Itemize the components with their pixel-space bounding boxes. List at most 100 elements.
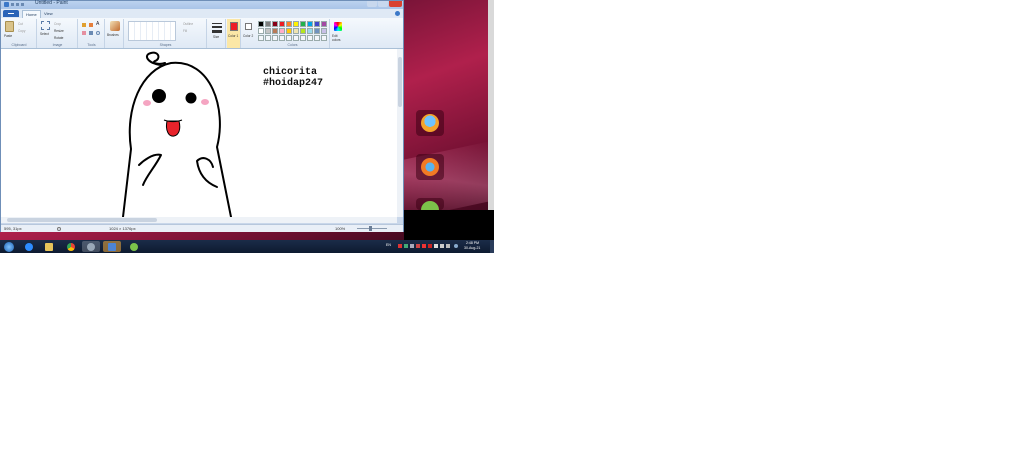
signal-icon[interactable] [440,244,444,248]
empty-color-slot[interactable] [314,35,320,41]
show-desktop-button[interactable] [490,240,494,253]
clock-time[interactable]: 2:48 PM [466,241,479,245]
close-button[interactable] [389,1,402,7]
edit-colors-group[interactable]: Edit colors [331,19,345,48]
color-swatch[interactable] [265,28,271,34]
color-swatch[interactable] [321,28,327,34]
taskbar-chrome-2[interactable] [82,241,100,252]
color2-group[interactable]: Color 2 [242,19,256,48]
color-swatch[interactable] [272,28,278,34]
desktop-app-tile-1[interactable] [416,110,444,136]
color-swatch[interactable] [272,21,278,27]
zoom-slider[interactable] [357,228,387,229]
help-icon[interactable] [395,11,400,16]
resize-button[interactable]: Resize [54,29,64,33]
empty-color-slot[interactable] [307,35,313,41]
empty-color-slot[interactable] [293,35,299,41]
color-swatch[interactable] [307,21,313,27]
maximize-button[interactable] [378,1,388,7]
cut-button[interactable]: Cut [18,22,23,26]
drawing-canvas[interactable]: chicorita #hoidap247 [1,49,397,217]
taskbar-zoom[interactable] [20,241,38,252]
empty-color-slot[interactable] [321,35,327,41]
color-swatch[interactable] [314,28,320,34]
empty-color-slot[interactable] [300,35,306,41]
shapes-gallery[interactable] [128,21,176,41]
tab-home[interactable]: Home [22,10,41,18]
paste-icon[interactable] [5,21,14,32]
empty-color-slot[interactable] [265,35,271,41]
paste-label[interactable]: Paste [4,34,12,38]
taskbar-explorer[interactable] [40,241,58,252]
pencil-icon[interactable] [82,23,86,27]
color-swatch[interactable] [314,21,320,27]
eraser-icon[interactable] [82,31,86,35]
color-picker-icon[interactable] [89,31,93,35]
zoom-slider-thumb[interactable] [369,226,372,231]
shape-outline-button[interactable]: Outline [183,22,193,26]
vertical-scrollbar[interactable] [397,49,403,217]
magnifier-icon[interactable] [96,31,100,35]
redo-icon[interactable] [21,3,24,6]
color-swatch[interactable] [265,21,271,27]
color-swatch[interactable] [300,21,306,27]
ghost-body-outline [122,61,232,217]
notification-icon[interactable] [454,244,458,248]
color-swatch[interactable] [307,28,313,34]
select-button[interactable]: Select [40,32,49,36]
file-menu-button[interactable] [3,10,19,17]
tab-view[interactable]: View [41,10,56,18]
taskbar-app[interactable] [125,241,143,252]
color-swatch[interactable] [293,28,299,34]
horizontal-scroll-thumb[interactable] [7,218,157,222]
color-swatch[interactable] [279,21,285,27]
color-swatch[interactable] [321,21,327,27]
color1-swatch[interactable] [230,22,238,31]
size-button[interactable]: Size [213,35,219,39]
color-swatch[interactable] [286,21,292,27]
network-icon[interactable] [434,244,438,248]
rotate-button[interactable]: Rotate [54,36,63,40]
color-swatch[interactable] [258,21,264,27]
horizontal-scrollbar[interactable] [1,217,397,223]
copy-button[interactable]: Copy [18,29,25,33]
tray-icon[interactable] [398,244,402,248]
title-bar[interactable]: Untitled - Paint [1,0,403,9]
color1-group[interactable]: Color 1 [227,19,241,48]
color-swatch[interactable] [279,28,285,34]
clock-date[interactable]: 30-Aug-21 [464,246,480,250]
empty-color-slot[interactable] [258,35,264,41]
tray-icon[interactable] [404,244,408,248]
taskbar-chrome[interactable] [62,241,80,252]
empty-color-slot[interactable] [272,35,278,41]
desktop-app-tile-2[interactable] [416,154,444,180]
start-button[interactable] [0,241,18,252]
tray-icon[interactable] [422,244,426,248]
taskbar-paint[interactable] [103,241,121,252]
tray-icon[interactable] [416,244,420,248]
volume-icon[interactable] [446,244,450,248]
save-icon[interactable] [11,3,14,6]
color2-swatch[interactable] [245,23,252,30]
minimize-button[interactable] [367,1,377,7]
crop-button[interactable]: Crop [54,22,61,26]
brushes-button[interactable]: Brushes [107,33,119,37]
color-swatch[interactable] [286,28,292,34]
empty-color-slot[interactable] [279,35,285,41]
text-tool-icon[interactable]: A [96,21,99,27]
fill-icon[interactable] [89,23,93,27]
edit-colors-icon[interactable] [334,22,342,31]
empty-color-slot[interactable] [286,35,292,41]
language-indicator[interactable]: EN [386,243,391,247]
brush-icon[interactable] [110,21,120,31]
color-swatch[interactable] [300,28,306,34]
select-icon[interactable] [41,21,50,30]
tray-icon[interactable] [428,244,432,248]
undo-icon[interactable] [16,3,19,6]
color-swatch[interactable] [293,21,299,27]
desktop-app-tile-3[interactable] [416,198,444,210]
vertical-scroll-thumb[interactable] [398,57,402,107]
shape-fill-button[interactable]: Fill [183,29,187,33]
flag-icon[interactable] [410,244,414,248]
color-swatch[interactable] [258,28,264,34]
